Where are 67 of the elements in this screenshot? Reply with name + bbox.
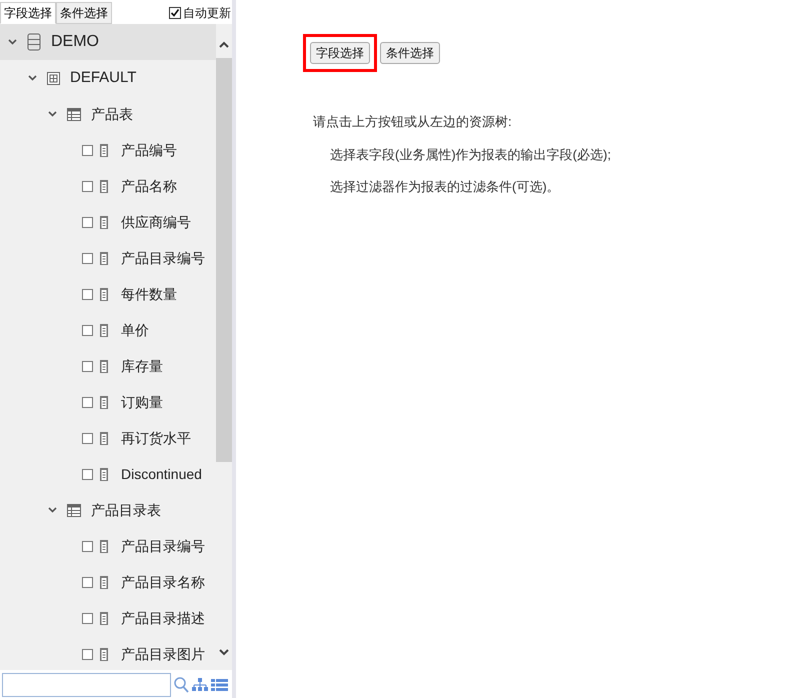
tree-row[interactable]: 产品目录表 bbox=[0, 492, 216, 528]
tree-row[interactable]: DEMO bbox=[0, 24, 216, 60]
checkbox[interactable] bbox=[82, 468, 93, 480]
tab[interactable]: 条件选择 bbox=[56, 2, 112, 24]
column-icon bbox=[100, 360, 108, 372]
column-icon bbox=[100, 216, 108, 228]
column-icon bbox=[100, 612, 108, 624]
instruction-text: 选择过滤器作为报表的过滤条件(可选)。 bbox=[330, 178, 561, 196]
checkbox[interactable] bbox=[82, 216, 93, 228]
checkbox[interactable] bbox=[82, 576, 93, 588]
table-icon bbox=[67, 504, 81, 516]
tree-item[interactable]: 单价 bbox=[121, 320, 149, 340]
column-icon bbox=[100, 468, 108, 480]
checkbox[interactable] bbox=[82, 648, 93, 660]
tree-item[interactable]: Discontinued bbox=[121, 464, 202, 484]
checkbox[interactable] bbox=[82, 432, 93, 444]
tree-item[interactable]: 产品编号 bbox=[121, 140, 177, 160]
search-icon[interactable] bbox=[174, 677, 189, 693]
tree-item[interactable]: 再订货水平 bbox=[121, 428, 191, 448]
column-icon bbox=[100, 540, 108, 552]
database-icon bbox=[27, 33, 41, 51]
chevron-down-icon[interactable] bbox=[28, 75, 37, 81]
column-icon bbox=[100, 396, 108, 408]
tree-item[interactable]: 产品目录编号 bbox=[121, 536, 205, 556]
toolbar-button[interactable]: 条件选择 bbox=[380, 42, 440, 64]
checkbox[interactable] bbox=[82, 360, 93, 372]
tab[interactable]: 字段选择 bbox=[0, 2, 56, 24]
tree-item[interactable]: 订购量 bbox=[121, 392, 163, 412]
checkbox[interactable] bbox=[169, 7, 181, 19]
checkbox[interactable] bbox=[82, 396, 93, 408]
chevron-down-icon[interactable] bbox=[8, 39, 17, 45]
tree-item[interactable]: 产品目录名称 bbox=[121, 572, 205, 592]
checkbox[interactable] bbox=[82, 540, 93, 552]
column-icon bbox=[100, 432, 108, 444]
tree-item[interactable]: 产品目录描述 bbox=[121, 608, 205, 628]
tree-item[interactable]: 产品名称 bbox=[121, 176, 177, 196]
chevron-down-icon[interactable] bbox=[48, 507, 57, 513]
column-icon bbox=[100, 252, 108, 264]
tree-item[interactable]: 每件数量 bbox=[121, 284, 177, 304]
tree-item[interactable]: 产品目录图片 bbox=[121, 644, 205, 664]
tree-row[interactable]: DEFAULT bbox=[0, 60, 216, 96]
list-icon[interactable] bbox=[211, 679, 228, 691]
tree-item[interactable]: 产品目录编号 bbox=[121, 248, 205, 268]
checkbox[interactable] bbox=[82, 144, 93, 156]
checkbox[interactable] bbox=[82, 324, 93, 336]
chevron-down-icon[interactable] bbox=[48, 111, 57, 117]
tree-row[interactable]: 产品表 bbox=[0, 96, 216, 132]
checkbox[interactable] bbox=[82, 288, 93, 300]
tree-item[interactable]: 供应商编号 bbox=[121, 212, 191, 232]
tree-item[interactable]: 库存量 bbox=[121, 356, 163, 376]
grid-icon bbox=[47, 72, 60, 84]
instruction-text: 选择表字段(业务属性)作为报表的输出字段(必选); bbox=[330, 146, 612, 164]
column-icon bbox=[100, 576, 108, 588]
checkbox[interactable] bbox=[82, 252, 93, 264]
checkbox[interactable] bbox=[82, 612, 93, 624]
column-icon bbox=[100, 648, 108, 660]
column-icon bbox=[100, 180, 108, 192]
hierarchy-icon[interactable] bbox=[192, 678, 208, 692]
column-icon bbox=[100, 144, 108, 156]
checkbox[interactable] bbox=[82, 180, 93, 192]
toolbar-button[interactable]: 字段选择 bbox=[310, 42, 370, 64]
search-field[interactable] bbox=[2, 673, 171, 697]
instruction-text: 请点击上方按钮或从左边的资源树: bbox=[313, 113, 513, 131]
table-icon bbox=[67, 108, 81, 120]
checkbox-label: 自动更新 bbox=[183, 5, 231, 22]
column-icon bbox=[100, 288, 108, 300]
column-icon bbox=[100, 324, 108, 336]
